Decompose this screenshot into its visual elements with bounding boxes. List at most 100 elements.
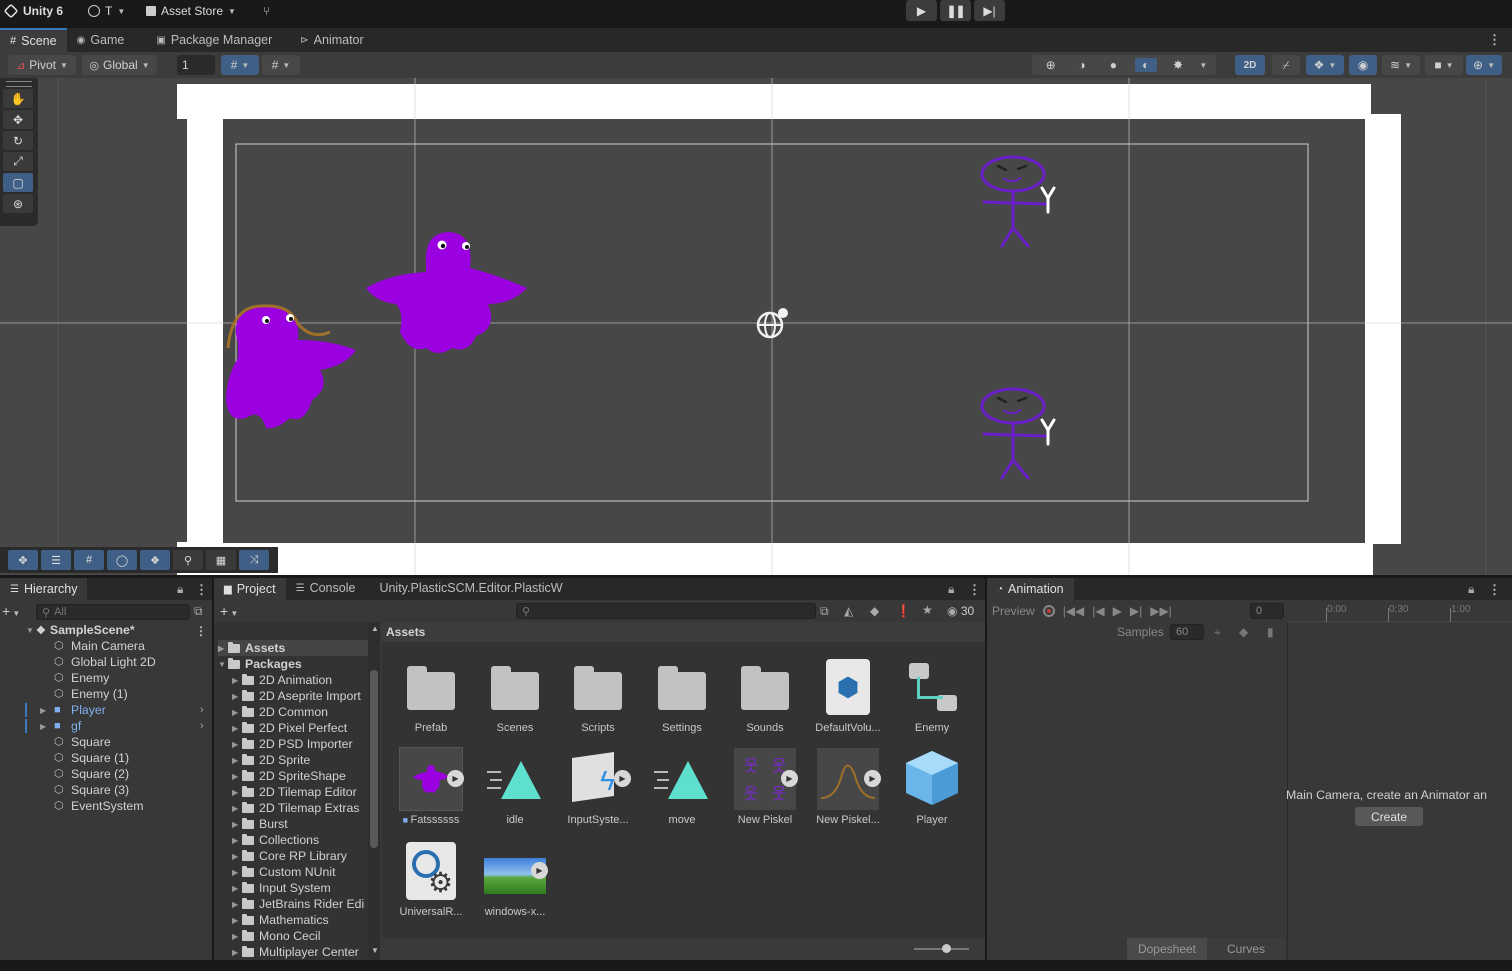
play-icon[interactable]: ▶ xyxy=(1113,604,1122,618)
scene-more-menu-icon[interactable]: ⋮ xyxy=(1488,32,1501,48)
hierarchy-item[interactable]: ⬡ Square (2) xyxy=(40,766,210,782)
hierarchy-item[interactable]: ⬡ Enemy xyxy=(40,670,210,686)
next-keyframe-icon[interactable]: ▶| xyxy=(1130,604,1142,618)
hierarchy-item[interactable]: ⬡ Global Light 2D xyxy=(40,654,210,670)
add-event-icon[interactable]: ▮ xyxy=(1267,625,1274,639)
transform-tool[interactable]: ⊛ xyxy=(3,194,33,213)
first-keyframe-icon[interactable]: |◀◀ xyxy=(1063,604,1085,618)
expand-arrow-icon[interactable]: ▶ xyxy=(232,788,242,797)
filter-type-icon[interactable]: ◭ xyxy=(844,604,853,618)
unlit-icon[interactable]: ◐ xyxy=(1134,58,1157,72)
expand-arrow-icon[interactable]: ▶ xyxy=(232,708,242,717)
debug-draw-icon[interactable]: ✸ xyxy=(1168,58,1188,72)
dopesheet-tab[interactable]: Dopesheet xyxy=(1127,938,1207,960)
tree-package-item[interactable]: ▶ 2D Tilemap Extras xyxy=(232,800,359,816)
tab-animation[interactable]: ◔ Animation xyxy=(987,578,1074,600)
pause-button[interactable]: ❚❚ xyxy=(940,0,971,21)
step-button[interactable]: ▶| xyxy=(974,0,1005,21)
hierarchy-search-input[interactable]: ⚲ All xyxy=(36,604,190,620)
hierarchy-item[interactable]: ⬡ Square xyxy=(40,734,210,750)
search-window-icon[interactable]: ⧉ xyxy=(820,604,829,619)
expand-arrow-icon[interactable]: ▼ xyxy=(26,626,36,635)
play-icon[interactable]: ▶ xyxy=(864,770,881,787)
prev-keyframe-icon[interactable]: |◀ xyxy=(1092,604,1104,618)
expand-arrow-icon[interactable]: ▼ xyxy=(218,660,228,669)
effects-toggle[interactable]: ❖ ▼ xyxy=(1306,55,1344,75)
asset-item[interactable]: Sounds xyxy=(725,656,805,734)
scene-visibility-toggle[interactable]: ◉ xyxy=(1349,55,1377,75)
asset-item[interactable]: Settings xyxy=(642,656,722,734)
lighting-toggle[interactable]: ⌿ xyxy=(1272,55,1300,75)
expand-arrow-icon[interactable]: ▶ xyxy=(218,644,228,653)
tree-packages-root[interactable]: ▼ Packages xyxy=(218,656,302,672)
zoom-slider-thumb[interactable] xyxy=(942,944,951,953)
tree-package-item[interactable]: ▶ Mathematics xyxy=(232,912,329,928)
expand-arrow-icon[interactable]: ▶ xyxy=(232,820,242,829)
expand-arrow-icon[interactable]: ▶ xyxy=(232,724,242,733)
project-search-input[interactable]: ⚲ xyxy=(516,603,816,619)
tree-scrollbar[interactable]: ▲ ▼ xyxy=(368,622,380,960)
asset-item[interactable]: Scripts xyxy=(558,656,638,734)
tree-package-item[interactable]: ▶ 2D Pixel Perfect xyxy=(232,720,347,736)
tab-package-manager[interactable]: ▣ Package Manager xyxy=(146,28,282,52)
tab-console[interactable]: ☰ Console xyxy=(286,576,366,600)
tree-assets-root[interactable]: ▶ Assets xyxy=(218,640,368,656)
preview-toggle[interactable]: Preview xyxy=(992,604,1035,618)
tree-package-item[interactable]: ▶ 2D Sprite xyxy=(232,752,310,768)
add-keyframe-icon[interactable]: ◆ xyxy=(1239,625,1248,639)
open-prefab-chevron-icon[interactable]: › xyxy=(200,720,204,732)
tree-package-item[interactable]: ▶ 2D Animation xyxy=(232,672,332,688)
asset-item[interactable]: idle xyxy=(475,748,555,826)
version-control-button[interactable]: ⑂ xyxy=(263,0,270,22)
expand-arrow-icon[interactable]: ▶ xyxy=(232,836,242,845)
lock-icon[interactable]: 🔒︎ xyxy=(948,582,954,597)
tree-package-item[interactable]: ▶ 2D Aseprite Import xyxy=(232,688,361,704)
expand-arrow-icon[interactable]: ▶ xyxy=(232,916,242,925)
expand-arrow-icon[interactable]: ▶ xyxy=(232,804,242,813)
expand-arrow-icon[interactable]: ▶ xyxy=(232,884,242,893)
snap-increment-toggle[interactable]: # ▼ xyxy=(262,55,300,75)
expand-arrow-icon[interactable]: ▶ xyxy=(232,852,242,861)
asset-item[interactable]: ▶ New Piskel... xyxy=(808,748,888,826)
frame-input[interactable]: 0 xyxy=(1250,603,1284,619)
unity-menu[interactable]: Unity 6 xyxy=(3,0,63,22)
scale-tool[interactable]: ⤢ xyxy=(3,152,33,171)
tree-package-item[interactable]: ▶ 2D PSD Importer xyxy=(232,736,353,752)
create-asset-button[interactable]: + ▼ xyxy=(220,603,238,619)
hierarchy-item[interactable]: ⬡ Main Camera xyxy=(40,638,210,654)
tree-package-item[interactable]: ▶ Collections xyxy=(232,832,319,848)
asset-item[interactable]: ⚙ UniversalR... xyxy=(391,840,471,918)
hierarchy-item[interactable]: ⬡ Square (3) xyxy=(40,782,210,798)
tab-plastic-scm[interactable]: Unity.PlasticSCM.Editor.PlasticW xyxy=(365,576,572,600)
align-overlay-button[interactable]: ☰ xyxy=(41,550,71,570)
asset-item[interactable]: Enemy xyxy=(892,656,972,734)
hierarchy-item[interactable]: ⬡ Square (1) xyxy=(40,750,210,766)
open-prefab-chevron-icon[interactable]: › xyxy=(200,704,204,716)
warning-icon[interactable]: ❗ xyxy=(896,604,911,618)
tab-project[interactable]: ▆ Project xyxy=(214,578,286,600)
layers-dropdown[interactable]: ≋ ▼ xyxy=(1382,55,1420,75)
add-object-button[interactable]: + ▼ xyxy=(2,603,20,619)
tree-package-item[interactable]: ▶ 2D SpriteShape xyxy=(232,768,346,784)
asset-item[interactable]: 웃 웃 웃 웃 ▶ New Piskel xyxy=(725,748,805,826)
hierarchy-more-menu-icon[interactable]: ⋮ xyxy=(195,582,208,598)
gizmos-dropdown[interactable]: ⊕ ▼ xyxy=(1466,55,1502,75)
tab-game[interactable]: ◉ Game xyxy=(67,28,135,52)
play-icon[interactable]: ▶ xyxy=(614,770,631,787)
project-more-menu-icon[interactable]: ⋮ xyxy=(968,582,981,598)
curves-tab[interactable]: Curves xyxy=(1207,938,1285,960)
expand-arrow-icon[interactable]: ▶ xyxy=(232,756,242,765)
hierarchy-item[interactable]: ⬡ Enemy (1) xyxy=(40,686,210,702)
random-overlay-button[interactable]: ⤨ xyxy=(239,550,269,570)
hierarchy-item[interactable]: ▶ ■ gf › xyxy=(25,718,210,734)
expand-arrow-icon[interactable]: ▶ xyxy=(232,948,242,957)
tree-package-item[interactable]: ▶ 2D Common xyxy=(232,704,328,720)
asset-item[interactable]: ϟ ▶ InputSyste... xyxy=(558,748,638,826)
tree-scrollbar-thumb[interactable] xyxy=(370,670,378,848)
tab-scene[interactable]: # Scene xyxy=(0,28,67,52)
scene-more-menu-icon[interactable]: ⋮ xyxy=(195,624,207,638)
hidden-packages-toggle[interactable]: ◉ 30 xyxy=(947,604,974,618)
tree-package-item[interactable]: ▶ Input System xyxy=(232,880,331,896)
animation-more-menu-icon[interactable]: ⋮ xyxy=(1488,582,1501,598)
play-icon[interactable]: ▶ xyxy=(531,862,548,879)
